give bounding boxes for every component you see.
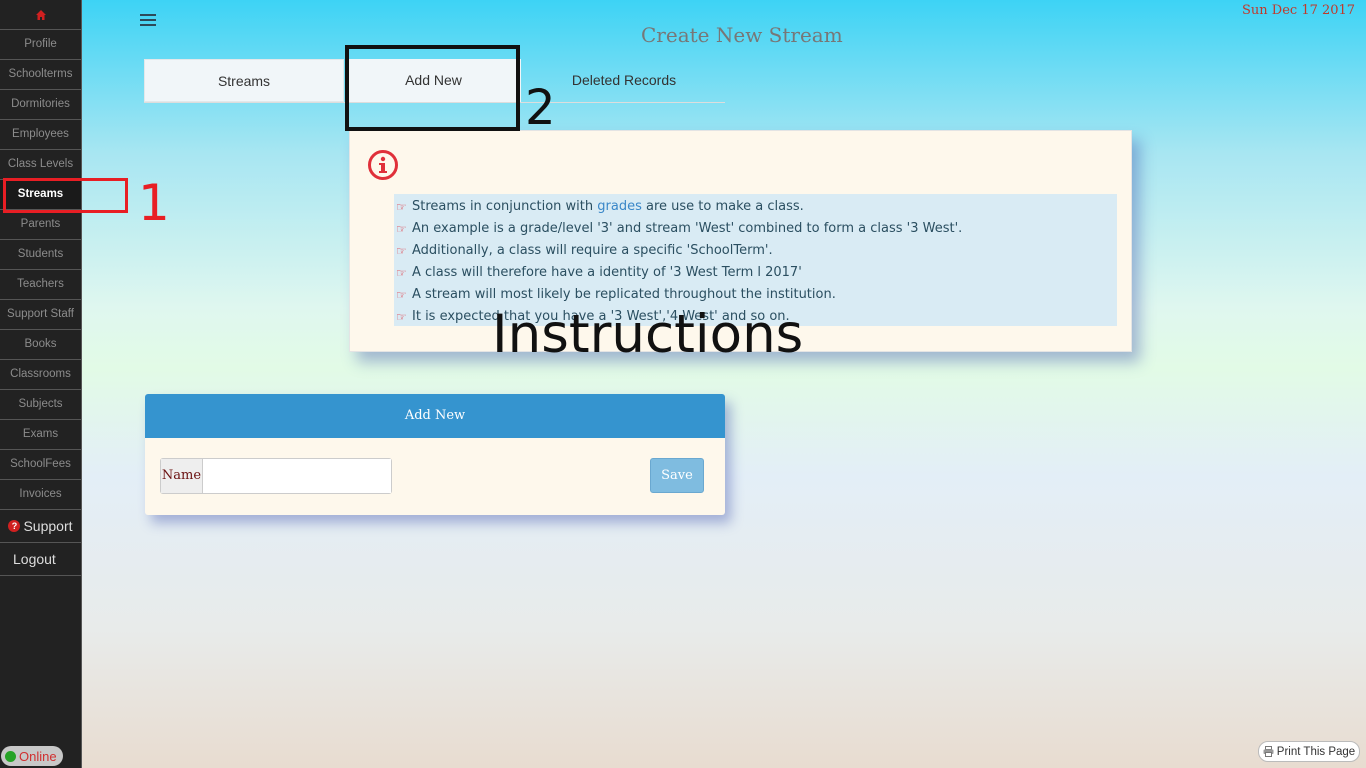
add-new-form: Add New Name Save (145, 394, 725, 515)
support-link[interactable]: ? Support (0, 510, 81, 543)
instruction-item: ☞ Additionally, a class will require a sp… (396, 240, 1117, 262)
sidebar-item-students[interactable]: Students (0, 240, 81, 270)
support-label: Support (23, 518, 73, 534)
name-label: Name (161, 459, 203, 493)
home-icon (35, 9, 46, 20)
printer-icon (1263, 746, 1274, 757)
sidebar-item-schoolfees[interactable]: SchoolFees (0, 450, 81, 480)
current-date: Sun Dec 17 2017 (1242, 3, 1356, 18)
instruction-item: ☞ A stream will most likely be replicated… (396, 284, 1117, 306)
instruction-text: are use to make a class. (641, 199, 804, 214)
instruction-text: Additionally, a class will require a spe… (412, 243, 773, 258)
hand-pointer-icon: ☞ (396, 244, 407, 258)
annotation-marker-1: 1 (138, 174, 170, 232)
print-page-button[interactable]: Print This Page (1258, 741, 1360, 762)
home-link[interactable] (0, 0, 81, 30)
print-label: Print This Page (1276, 745, 1356, 758)
page-title: Create New Stream (641, 23, 843, 47)
instruction-item: ☞ A class will therefore have a identity … (396, 262, 1117, 284)
sidebar-item-dormitories[interactable]: Dormitories (0, 90, 81, 120)
online-label: Online (19, 748, 57, 764)
tab-streams[interactable]: Streams (144, 59, 344, 102)
logout-link[interactable]: Logout (0, 543, 81, 576)
sidebar-item-parents[interactable]: Parents (0, 210, 81, 240)
hand-pointer-icon: ☞ (396, 310, 407, 324)
grades-link[interactable]: grades (597, 197, 642, 217)
hand-pointer-icon: ☞ (396, 200, 407, 214)
sidebar-item-classrooms[interactable]: Classrooms (0, 360, 81, 390)
sidebar-item-books[interactable]: Books (0, 330, 81, 360)
sidebar-item-exams[interactable]: Exams (0, 420, 81, 450)
annotation-instructions-label: Instructions (492, 304, 804, 365)
instruction-text: A class will therefore have a identity o… (412, 265, 802, 280)
sidebar-item-employees[interactable]: Employees (0, 120, 81, 150)
sidebar-item-invoices[interactable]: Invoices (0, 480, 81, 510)
hand-pointer-icon: ☞ (396, 288, 407, 302)
name-input-group: Name (160, 458, 392, 494)
instruction-item: ☞ Streams in conjunction with grades are … (396, 196, 1117, 218)
instruction-text: A stream will most likely be replicated … (412, 287, 836, 302)
annotation-marker-2: 2 (525, 80, 556, 136)
annotation-box-add-new (345, 45, 520, 131)
online-status-badge: Online (1, 746, 63, 766)
sidebar-item-schoolterms[interactable]: Schoolterms (0, 60, 81, 90)
sidebar-item-profile[interactable]: Profile (0, 30, 81, 60)
hand-pointer-icon: ☞ (396, 266, 407, 280)
help-icon: ? (8, 520, 21, 532)
sidebar-item-support-staff[interactable]: Support Staff (0, 300, 81, 330)
sidebar-item-teachers[interactable]: Teachers (0, 270, 81, 300)
instruction-text: An example is a grade/level '3' and stre… (412, 221, 963, 236)
annotation-box-streams (3, 178, 128, 213)
hand-pointer-icon: ☞ (396, 222, 407, 236)
save-button[interactable]: Save (650, 458, 704, 493)
sidebar-item-class-levels[interactable]: Class Levels (0, 150, 81, 180)
info-icon (368, 150, 398, 180)
name-input[interactable] (203, 459, 391, 493)
online-dot-icon (5, 750, 16, 762)
instruction-text: Streams in conjunction with (412, 199, 598, 214)
instruction-item: ☞ An example is a grade/level '3' and str… (396, 218, 1117, 240)
sidebar: Profile Schoolterms Dormitories Employees Cl… (0, 0, 82, 768)
sidebar-item-subjects[interactable]: Subjects (0, 390, 81, 420)
form-title: Add New (145, 394, 725, 438)
hamburger-menu-icon[interactable] (140, 14, 156, 28)
